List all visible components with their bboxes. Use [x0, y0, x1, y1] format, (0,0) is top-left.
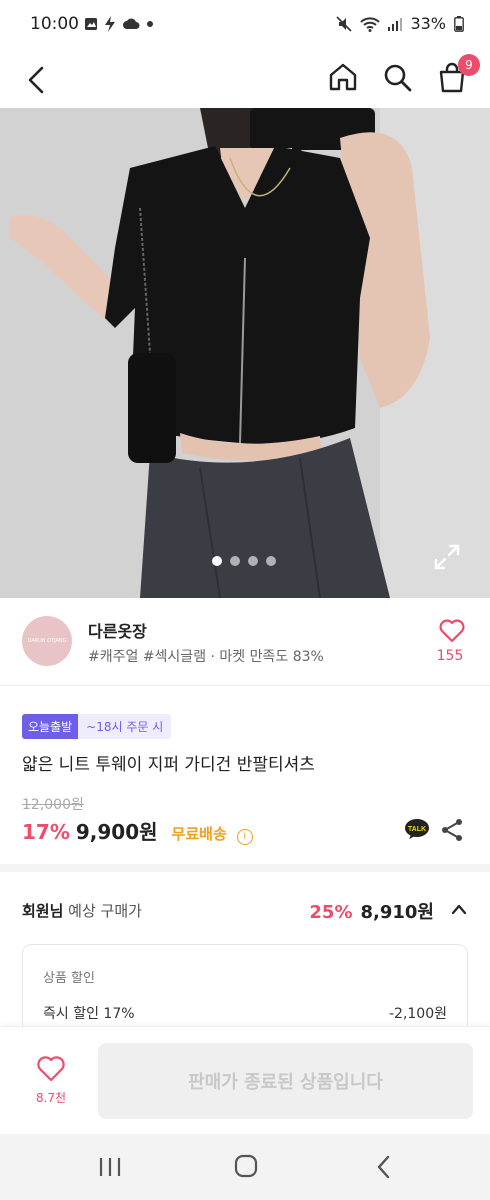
- status-right: 33%: [336, 14, 464, 33]
- top-nav: 9: [0, 52, 490, 108]
- chevron-up-icon[interactable]: [450, 902, 468, 916]
- seller-name[interactable]: 다른옷장: [88, 618, 147, 642]
- wifi-icon: [360, 16, 381, 32]
- wishlist-heart-icon[interactable]: [30, 1055, 72, 1083]
- status-notification-icons: [84, 16, 154, 32]
- wishlist-count: 8.7천: [35, 1091, 67, 1105]
- battery-percent: 33%: [410, 14, 446, 33]
- dot-icon: [147, 21, 153, 27]
- status-time: 10:00: [30, 14, 79, 34]
- discount-rate: 17%: [22, 820, 70, 844]
- bolt-icon: [105, 16, 115, 32]
- kakao-talk-icon[interactable]: TALK: [404, 818, 430, 840]
- cart-count-badge: 9: [458, 54, 480, 76]
- member-label-rest: 예상 구매가: [63, 902, 142, 920]
- seller-section[interactable]: DARUN OTJANG 다른옷장 #캐주얼 #섹시글램 · 마켓 만족도 83…: [0, 598, 490, 686]
- battery-icon: [454, 15, 464, 32]
- seller-like-count: 155: [436, 648, 464, 664]
- carousel-dots: [212, 556, 276, 566]
- discount-section-title: 상품 할인: [43, 971, 95, 986]
- member-price: 25% 8,910원: [309, 898, 434, 924]
- share-icon[interactable]: [440, 818, 464, 842]
- gallery-icon: [85, 18, 97, 30]
- status-bar: 10:00 33%: [0, 0, 490, 52]
- member-price-amount: 8,910원: [360, 902, 435, 923]
- carousel-dot[interactable]: [248, 556, 258, 566]
- member-price-section: 회원님 예상 구매가 25% 8,910원 상품 할인 즉시 할인 17% -2…: [0, 872, 490, 1044]
- original-price: 12,000원: [22, 797, 84, 813]
- svg-text:TALK: TALK: [408, 826, 426, 833]
- info-icon[interactable]: i: [236, 829, 253, 845]
- system-nav-bar: [0, 1134, 490, 1200]
- carousel-dot[interactable]: [230, 556, 240, 566]
- seller-avatar-logo: DARUN OTJANG: [27, 638, 67, 644]
- price-row: 17% 9,900원 무료배송 i: [22, 816, 253, 845]
- member-label-bold: 회원님: [22, 902, 64, 920]
- product-info: 오늘출발 ~18시 주문 시 얇은 니트 투웨이 지퍼 가디건 반팔티셔츠 12…: [0, 686, 490, 872]
- sold-out-button[interactable]: 판매가 종료된 상품입니다: [98, 1043, 473, 1119]
- carousel-dot[interactable]: [266, 556, 276, 566]
- cloud-icon: [123, 18, 140, 29]
- signal-icon: [388, 17, 403, 31]
- expand-icon[interactable]: [434, 544, 460, 570]
- discount-row-label: 즉시 할인 17%: [43, 1006, 135, 1022]
- system-back-icon[interactable]: [374, 1154, 394, 1180]
- back-arrow-icon[interactable]: [22, 62, 54, 98]
- recent-apps-icon[interactable]: [98, 1156, 122, 1178]
- heart-icon[interactable]: [436, 618, 468, 644]
- free-shipping-label[interactable]: 무료배송: [172, 823, 227, 844]
- member-price-label: 회원님 예상 구매가: [22, 900, 142, 921]
- bottom-action-bar: 8.7천 판매가 종료된 상품입니다: [0, 1026, 490, 1134]
- product-title: 얇은 니트 투웨이 지퍼 가디건 반팔티셔츠: [22, 755, 315, 775]
- product-image[interactable]: [0, 108, 490, 598]
- home-icon[interactable]: [326, 60, 360, 94]
- seller-tags: #캐주얼 #섹시글램 · 마켓 만족도 83%: [88, 649, 324, 665]
- seller-avatar[interactable]: DARUN OTJANG: [22, 616, 72, 666]
- today-delivery-badge: 오늘출발: [22, 714, 79, 739]
- mute-icon: [336, 15, 353, 32]
- order-cutoff-badge: ~18시 주문 시: [78, 714, 172, 739]
- search-icon[interactable]: [380, 60, 414, 94]
- sale-price: 9,900원: [75, 820, 158, 844]
- discount-row-amount: -2,100원: [388, 1006, 447, 1022]
- carousel-dot[interactable]: [212, 556, 222, 566]
- system-home-icon[interactable]: [234, 1154, 258, 1178]
- product-photo: [0, 108, 490, 598]
- member-discount-rate: 25%: [309, 902, 353, 923]
- delivery-badges: 오늘출발 ~18시 주문 시: [22, 714, 172, 739]
